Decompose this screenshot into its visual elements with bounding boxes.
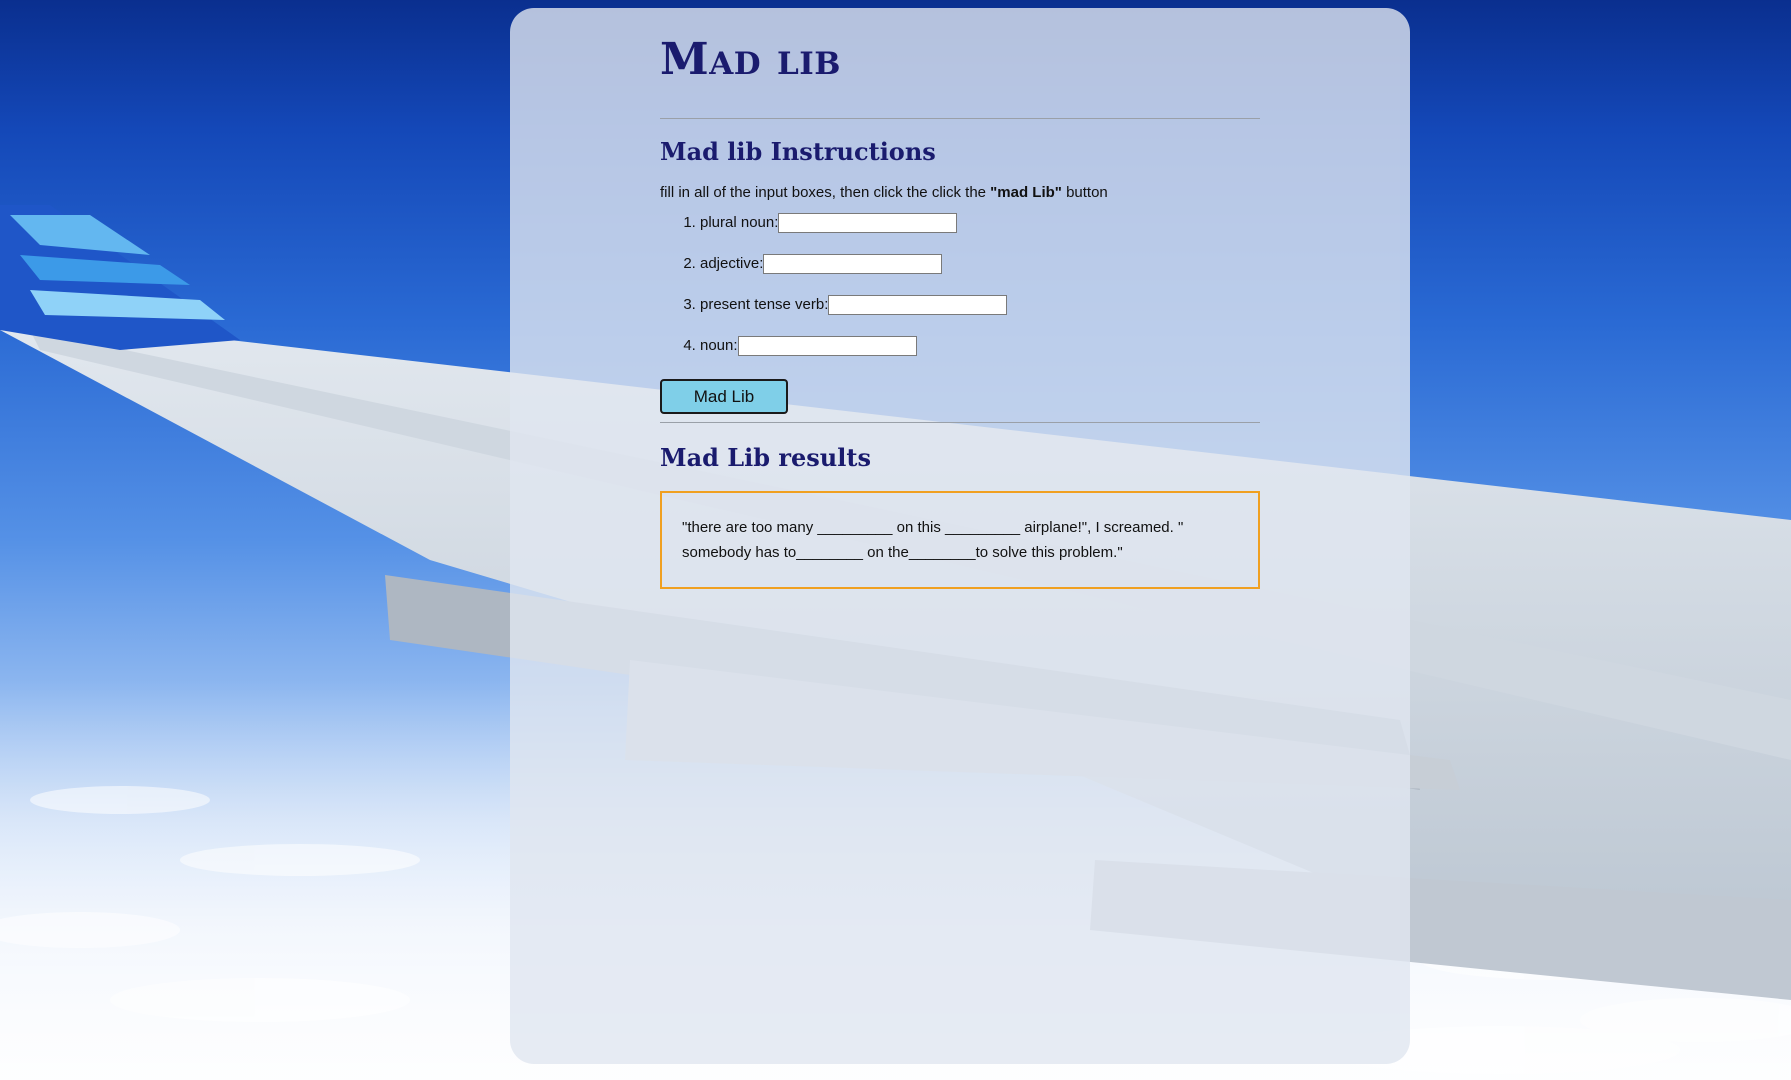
- input-list: plural noun: adjective: present tense ve…: [660, 207, 1260, 371]
- instructions-text-start: fill in all of the input boxes, then cli…: [660, 184, 991, 201]
- instructions-text: fill in all of the input boxes, then cli…: [660, 183, 1260, 203]
- field-present-tense-verb: present tense verb:: [700, 289, 1260, 330]
- results-divider: [660, 422, 1260, 423]
- adjective-input[interactable]: [763, 254, 943, 275]
- plural-noun-input[interactable]: [778, 213, 958, 234]
- noun-input[interactable]: [737, 336, 917, 357]
- adjective-label: adjective:: [700, 255, 764, 272]
- present-tense-verb-input[interactable]: [828, 295, 1008, 316]
- plural-noun-label: plural noun:: [700, 214, 779, 231]
- instructions-heading: Mad lib Instructions: [660, 137, 936, 166]
- field-noun: noun:: [700, 330, 1260, 371]
- results-heading: Mad Lib results: [660, 443, 871, 472]
- instructions-text-bold: "mad Lib": [990, 184, 1062, 201]
- title-divider: [660, 118, 1260, 119]
- noun-label: noun:: [700, 337, 738, 354]
- result-box: "there are too many _________ on this __…: [660, 491, 1260, 589]
- content-column: Mad lib Mad lib Instructions fill in all…: [660, 8, 1260, 589]
- instructions-text-end: button: [1061, 184, 1108, 201]
- result-text: "there are too many _________ on this __…: [682, 519, 1184, 561]
- field-adjective: adjective:: [700, 248, 1260, 289]
- mad-lib-button[interactable]: Mad Lib: [660, 379, 788, 414]
- field-plural-noun: plural noun:: [700, 207, 1260, 248]
- present-tense-verb-label: present tense verb:: [700, 296, 829, 313]
- page-title: Mad lib: [660, 34, 841, 85]
- content-card: Mad lib Mad lib Instructions fill in all…: [510, 8, 1410, 1064]
